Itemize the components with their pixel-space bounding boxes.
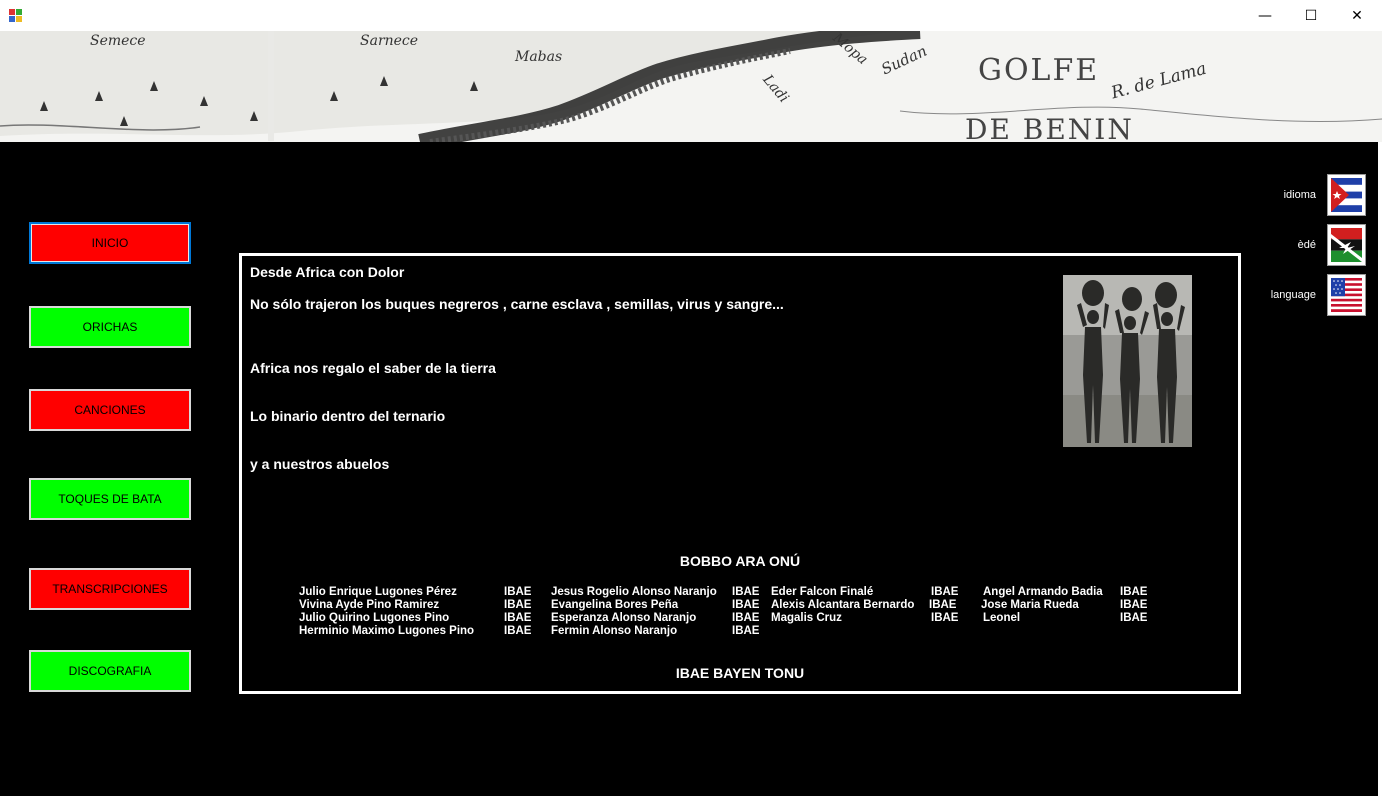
credits-footer: IBAE BAYEN TONU bbox=[675, 665, 805, 681]
language-label-ede: èdé bbox=[1297, 239, 1316, 251]
credit-name: Fermin Alonso Naranjo bbox=[551, 625, 678, 637]
minimize-button[interactable]: — bbox=[1242, 0, 1288, 31]
nav-button-inicio[interactable]: INICIO bbox=[29, 222, 191, 264]
credit-name: Evangelina Bores Peña bbox=[551, 599, 679, 611]
usa-flag-button[interactable] bbox=[1327, 274, 1366, 316]
map-label: DE BENIN bbox=[965, 113, 1134, 142]
credit-ibae: IBAE bbox=[931, 612, 959, 624]
african-women-photo bbox=[1063, 275, 1192, 447]
credit-name: Eder Falcon Finalé bbox=[771, 586, 874, 598]
nav-button-label: DISCOGRAFIA bbox=[68, 664, 152, 678]
credit-name: Esperanza Alonso Naranjo bbox=[551, 612, 697, 624]
map-label: Mabas bbox=[515, 49, 563, 65]
nav-button-canciones[interactable]: CANCIONES bbox=[29, 389, 191, 431]
credit-name: Leonel bbox=[983, 612, 1021, 624]
nav-button-label: INICIO bbox=[91, 236, 129, 250]
credit-ibae: IBAE bbox=[1120, 612, 1148, 624]
nav-button-orichas[interactable]: ORICHAS bbox=[29, 306, 191, 348]
map-label: Semece bbox=[90, 33, 146, 49]
content-title: Desde Africa con Dolor bbox=[250, 264, 405, 280]
banner-divider bbox=[268, 31, 274, 141]
nav-button-toques-de-bata[interactable]: TOQUES DE BATA bbox=[29, 478, 191, 520]
maximize-button[interactable]: ☐ bbox=[1288, 0, 1334, 31]
credit-ibae: IBAE bbox=[931, 586, 959, 598]
content-line: y a nuestros abuelos bbox=[250, 456, 390, 472]
credit-name: Angel Armando Badia bbox=[983, 586, 1103, 598]
credit-name: Julio Enrique Lugones Pérez bbox=[299, 586, 457, 598]
map-label: GOLFE bbox=[978, 53, 1100, 88]
credit-name: Magalis Cruz bbox=[771, 612, 842, 624]
app-icon bbox=[9, 9, 22, 22]
african-flag-button[interactable] bbox=[1327, 224, 1366, 266]
credit-name: Julio Quirino Lugones Pino bbox=[299, 612, 450, 624]
credit-ibae: IBAE bbox=[732, 599, 760, 611]
language-label-language: language bbox=[1270, 289, 1316, 301]
nav-button-label: CANCIONES bbox=[74, 403, 146, 417]
cuba-flag-icon bbox=[1331, 178, 1362, 212]
credit-name: Vivina Ayde Pino Ramirez bbox=[299, 599, 440, 611]
window-edge bbox=[1378, 142, 1382, 796]
credit-name: Herminio Maximo Lugones Pino bbox=[299, 625, 475, 637]
map-label: Sarnece bbox=[360, 33, 419, 49]
content-panel: Desde Africa con Dolor No sólo trajeron … bbox=[239, 253, 1241, 694]
nav-button-label: TOQUES DE BATA bbox=[58, 492, 162, 506]
credit-name: Jose Maria Rueda bbox=[981, 599, 1079, 611]
language-label-idioma: idioma bbox=[1283, 189, 1316, 201]
window-title-bar: — ☐ ✕ bbox=[0, 0, 1382, 31]
content-line: Africa nos regalo el saber de la tierra bbox=[250, 360, 496, 376]
nav-button-label: ORICHAS bbox=[82, 320, 138, 334]
map-banner-image: Semece Sarnece Mabas Ladi Mopa Sudan GOL… bbox=[0, 31, 1382, 142]
content-line: Lo binario dentro del ternario bbox=[250, 408, 446, 424]
cuba-flag-button[interactable] bbox=[1327, 174, 1366, 216]
credit-ibae: IBAE bbox=[504, 599, 532, 611]
credit-ibae: IBAE bbox=[929, 599, 957, 611]
credit-ibae: IBAE bbox=[732, 625, 760, 637]
close-button[interactable]: ✕ bbox=[1334, 0, 1380, 31]
nav-button-discografia[interactable]: DISCOGRAFIA bbox=[29, 650, 191, 692]
nav-button-label: TRANSCRIPCIONES bbox=[52, 582, 168, 596]
usa-flag-icon bbox=[1331, 278, 1362, 312]
content-line: No sólo trajeron los buques negreros , c… bbox=[250, 296, 784, 312]
credits-heading: BOBBO ARA ONÚ bbox=[679, 553, 801, 569]
african-flag-icon bbox=[1331, 228, 1362, 262]
credit-ibae: IBAE bbox=[1120, 586, 1148, 598]
credit-name: Jesus Rogelio Alonso Naranjo bbox=[551, 586, 717, 598]
credit-ibae: IBAE bbox=[1120, 599, 1148, 611]
credit-ibae: IBAE bbox=[732, 586, 760, 598]
credit-ibae: IBAE bbox=[504, 586, 532, 598]
nav-button-transcripciones[interactable]: TRANSCRIPCIONES bbox=[29, 568, 191, 610]
credit-ibae: IBAE bbox=[504, 612, 532, 624]
credit-ibae: IBAE bbox=[504, 625, 532, 637]
credit-ibae: IBAE bbox=[732, 612, 760, 624]
credit-name: Alexis Alcantara Bernardo bbox=[771, 599, 915, 611]
